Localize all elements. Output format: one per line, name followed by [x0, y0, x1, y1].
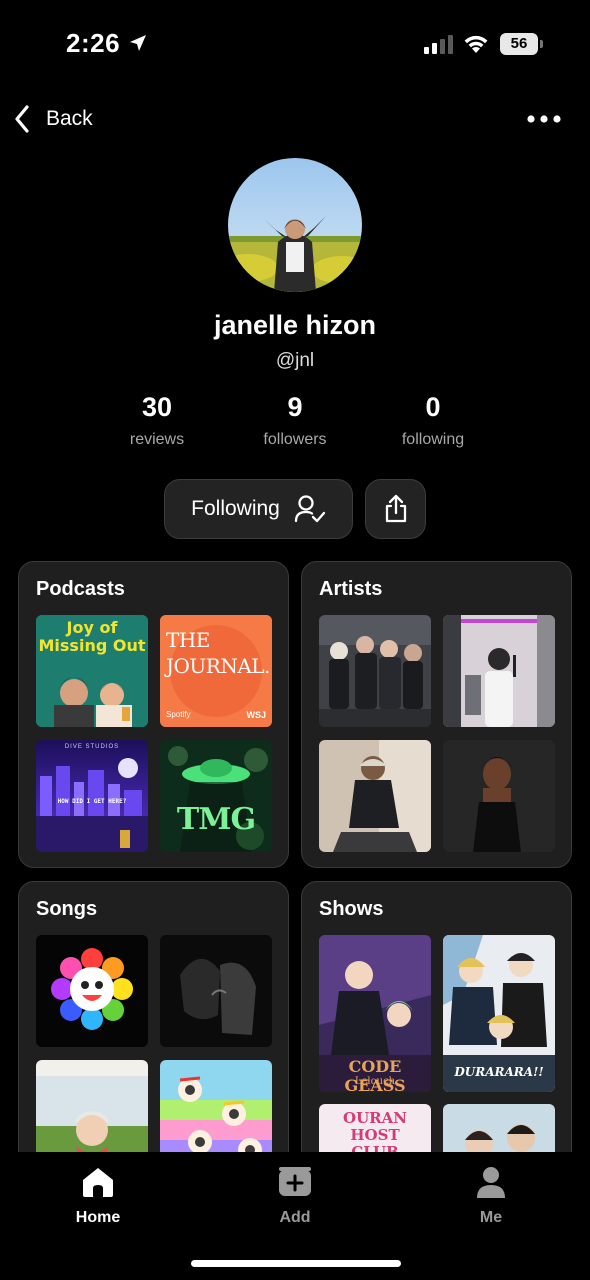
song-thumb[interactable]	[36, 935, 148, 1047]
stat-value: 0	[425, 392, 441, 422]
song-thumb[interactable]	[160, 935, 272, 1047]
home-indicator	[191, 1260, 401, 1267]
stat-reviews[interactable]: 30 reviews	[87, 392, 227, 449]
battery-level: 56	[510, 35, 528, 52]
profile-handle: @jnl	[275, 350, 315, 371]
show-subtitle-text: Lelouch	[354, 1076, 396, 1087]
podcast-thumb[interactable]: Joy of Missing Out	[36, 615, 148, 727]
shows-card[interactable]: Shows CODE GEASS Lelouch DURARARA!! OURA…	[301, 881, 572, 1181]
card-title: Podcasts	[36, 578, 125, 600]
profile-name: janelle hizon	[213, 310, 377, 340]
show-thumb[interactable]: CODE GEASS Lelouch	[319, 935, 431, 1092]
add-icon	[279, 1167, 311, 1196]
stat-value: 9	[287, 392, 303, 422]
podcast-title-text: THE JOURNAL.	[166, 628, 270, 678]
cellular-signal-icon	[424, 35, 453, 54]
wifi-icon	[464, 35, 488, 53]
status-bar: 2:26 56	[0, 0, 590, 90]
stat-label: reviews	[129, 431, 185, 448]
battery-icon: 56	[500, 33, 544, 55]
status-time: 2:26	[66, 28, 121, 58]
artist-thumb[interactable]	[443, 740, 555, 852]
card-title: Artists	[319, 578, 383, 600]
share-button[interactable]	[365, 479, 426, 539]
tab-add[interactable]: Add	[235, 1166, 355, 1227]
stat-following[interactable]: 0 following	[363, 392, 503, 449]
podcasts-card[interactable]: Podcasts Joy of Missing Out THE JOURNAL.…	[18, 561, 289, 868]
podcast-thumb[interactable]: THE JOURNAL. Spotify WSJ	[160, 615, 272, 727]
tab-me[interactable]: Me	[431, 1166, 551, 1227]
songs-card[interactable]: Songs	[18, 881, 289, 1181]
stat-value: 30	[141, 392, 173, 422]
artist-thumb[interactable]	[443, 615, 555, 727]
card-title: Songs	[36, 898, 98, 920]
tab-home[interactable]: Home	[38, 1166, 158, 1227]
avatar	[228, 158, 362, 292]
show-title-text: DURARARA!!	[454, 1065, 544, 1079]
back-label: Back	[46, 107, 93, 130]
podcast-title-text: HOW DID I GET HERE?	[57, 798, 127, 805]
podcast-network-text: Spotify	[166, 710, 191, 719]
following-button-label: Following	[191, 497, 280, 520]
stat-followers[interactable]: 9 followers	[225, 392, 365, 449]
stat-label: following	[401, 431, 465, 448]
podcast-brand-text: WSJ	[246, 710, 266, 720]
podcast-studio-text: DIVE STUDIOS	[64, 744, 120, 750]
artist-thumb[interactable]	[319, 740, 431, 852]
artists-card[interactable]: Artists	[301, 561, 572, 868]
podcast-title-text: Joy of Missing Out	[38, 618, 146, 655]
podcast-title-text: TMG	[176, 802, 256, 837]
back-button[interactable]: Back	[12, 100, 93, 138]
card-title: Shows	[319, 898, 384, 920]
location-arrow-icon	[130, 35, 146, 51]
podcast-thumb[interactable]: DIVE STUDIOS HOW DID I GET HERE?	[36, 740, 148, 852]
tab-label: Add	[279, 1209, 311, 1226]
chevron-left-icon	[15, 105, 29, 133]
following-button[interactable]: Following	[164, 479, 353, 539]
artist-thumb[interactable]	[319, 615, 431, 727]
tab-label: Me	[479, 1209, 503, 1226]
more-options-icon[interactable]	[524, 108, 564, 130]
podcast-thumb[interactable]: TMG	[160, 740, 272, 852]
stat-label: followers	[263, 431, 327, 448]
share-icon	[385, 494, 406, 523]
person-check-icon	[294, 495, 326, 523]
home-icon	[83, 1168, 113, 1197]
show-thumb[interactable]: DURARARA!!	[443, 935, 555, 1092]
person-icon	[477, 1167, 505, 1198]
tab-label: Home	[75, 1209, 121, 1226]
